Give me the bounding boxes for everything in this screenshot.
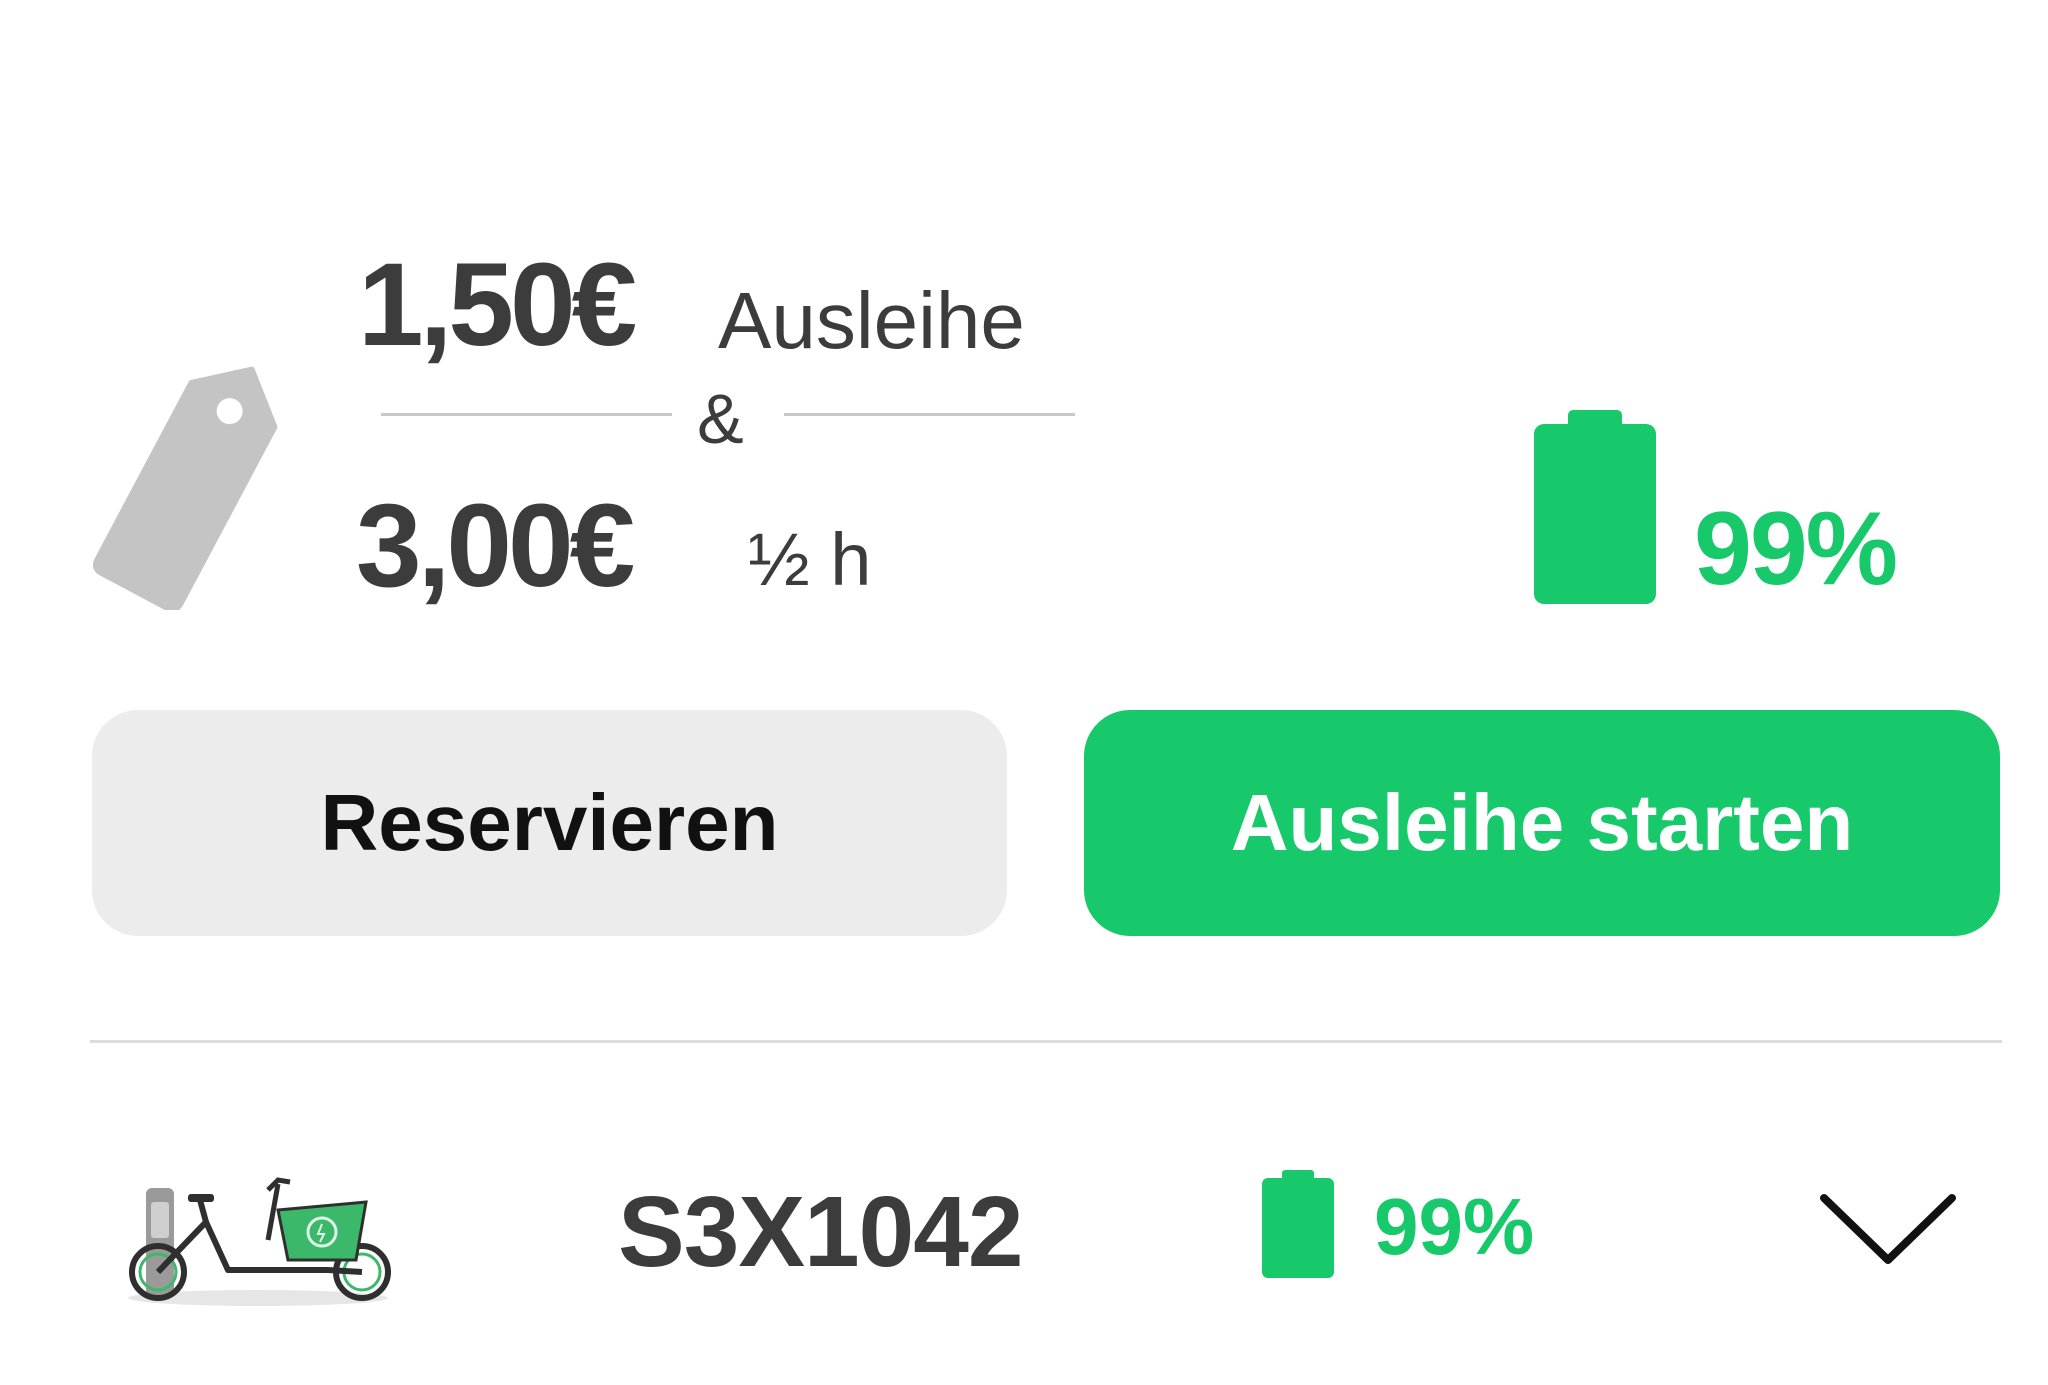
battery-percentage: 99% (1694, 491, 1898, 607)
price-divider-left (381, 413, 672, 416)
bike-list-item[interactable]: S3X1042 99% (0, 1130, 2048, 1330)
price-divider-right (784, 413, 1075, 416)
section-divider (90, 1040, 2002, 1043)
cargo-bike-icon (128, 1177, 391, 1306)
chevron-down-icon[interactable] (1818, 1190, 1958, 1270)
bike-id: S3X1042 (618, 1176, 1023, 1288)
battery-icon (1262, 1170, 1334, 1278)
start-rental-button[interactable]: Ausleihe starten (1084, 710, 2000, 936)
bike-battery-percentage: 99% (1374, 1182, 1535, 1271)
price-rental-unit: Ausleihe (718, 276, 1025, 365)
price-rental: 1,50€ (358, 239, 637, 371)
reserve-button[interactable]: Reservieren (92, 710, 1007, 936)
price-per-half-hour-unit: ½ h (748, 518, 872, 601)
price-connector: & (697, 380, 744, 458)
battery-icon (1534, 410, 1656, 604)
price-tag-icon (92, 366, 278, 610)
price-per-half-hour: 3,00€ (356, 480, 635, 612)
bike-rental-detail: 1,50€ Ausleihe & 3,00€ ½ h 99% Reservier… (0, 0, 2048, 1385)
